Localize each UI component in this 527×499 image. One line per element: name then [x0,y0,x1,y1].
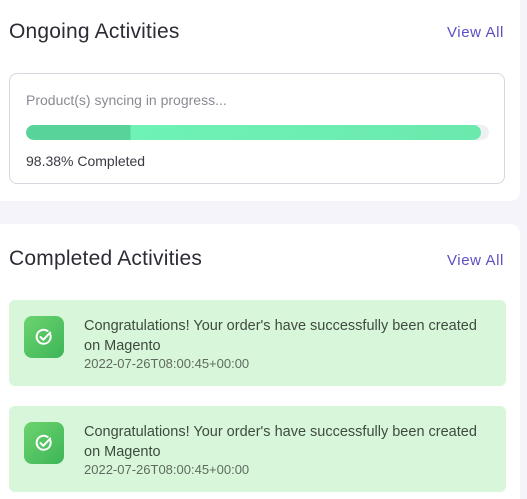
activity-message: Congratulations! Your order's have succe… [84,318,477,354]
activity-timestamp: 2022-07-26T08:00:45+00:00 [84,356,250,371]
check-circle-icon [24,316,64,358]
sync-progress-status: 98.38% Completed [26,153,146,169]
activity-timestamp: 2022-07-26T08:00:45+00:00 [84,462,250,477]
activity-item: Congratulations! Your order's have succe… [9,406,506,492]
sync-progress-bar [26,125,489,140]
check-circle-icon [24,422,64,464]
ongoing-activities-card: Ongoing Activities View All Product(s) s… [0,0,520,201]
sync-progress-fill [26,125,482,140]
sync-progress-label: Product(s) syncing in progress... [26,92,227,108]
completed-activities-title: Completed Activities [9,247,203,270]
ongoing-activities-title: Ongoing Activities [9,20,180,43]
activity-message: Congratulations! Your order's have succe… [84,424,477,460]
activity-item: Congratulations! Your order's have succe… [9,300,506,386]
completed-activities-card: Completed Activities View All Congratula… [0,224,520,499]
completed-view-all-link[interactable]: View All [447,252,504,269]
ongoing-view-all-link[interactable]: View All [447,24,504,41]
sync-progress-box: Product(s) syncing in progress... 98.38%… [9,73,505,184]
